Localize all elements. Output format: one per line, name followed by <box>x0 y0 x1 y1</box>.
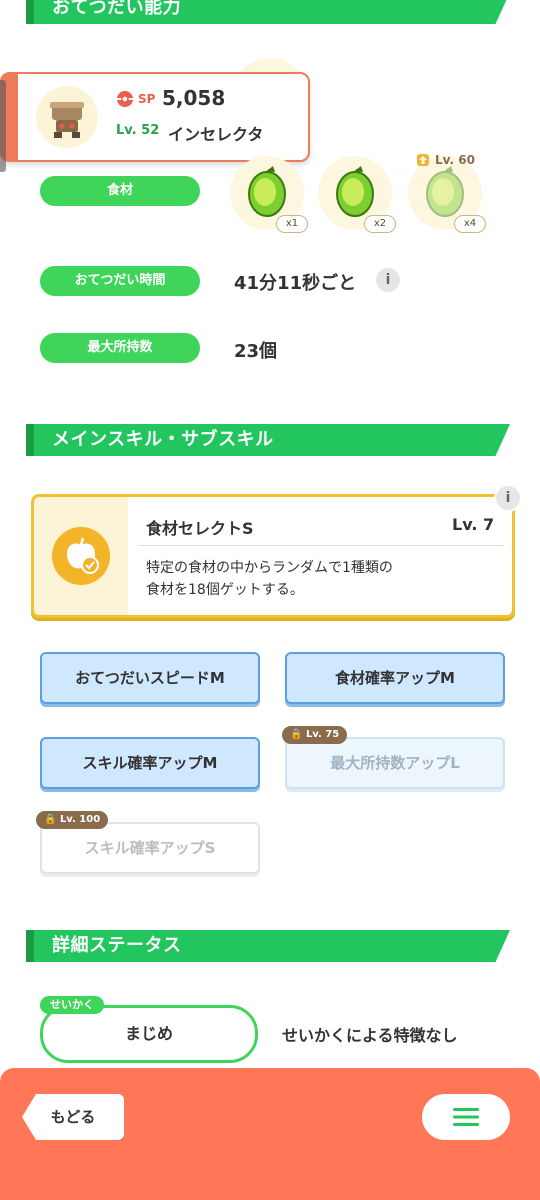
sp-ball-icon <box>117 91 133 107</box>
nature-effect: せいかくによる特徴なし <box>282 1026 458 1045</box>
main-skill-name: 食材セレクトS <box>146 519 254 538</box>
lime-icon <box>426 166 464 217</box>
subskill-lock-badge: 🔒 Lv. 100 <box>36 811 109 829</box>
hamburger-menu-icon <box>453 1108 479 1126</box>
main-skill-description-line1: 特定の食材の中からランダムで1種類の <box>146 560 393 576</box>
section-header-help-ability: おてつだい能力 <box>26 0 510 24</box>
section-header-details: 詳細ステータス <box>26 930 510 962</box>
section-header-stripe <box>26 424 34 456</box>
nature-tag: せいかく <box>40 996 104 1014</box>
ingredient-count: x1 <box>276 215 308 233</box>
menu-button[interactable] <box>422 1094 510 1140</box>
subskill-lock-badge: 🔒 Lv. 75 <box>282 726 348 744</box>
main-skill-card[interactable]: 食材セレクトS Lv. 7 特定の食材の中からランダムで1種類の 食材を18個ゲ… <box>31 494 515 618</box>
main-skill-info-icon[interactable]: i <box>494 484 522 512</box>
lock-icon: 🔒 <box>290 729 303 740</box>
subskill-button-5-locked[interactable]: スキル確率アップS <box>40 822 260 874</box>
ingredient-count: x4 <box>454 215 486 233</box>
pokemon-card[interactable]: SP 5,058 Lv. 52 インセレクタ <box>0 72 310 162</box>
subskill-button-3[interactable]: スキル確率アップM <box>40 737 260 789</box>
section-header-stripe <box>26 930 34 962</box>
sp-label: SP <box>138 92 156 106</box>
lime-icon <box>248 166 286 217</box>
help-time-pill: おてつだい時間 <box>40 266 200 296</box>
ingredient-slot-3-locked[interactable]: x4 <box>408 156 486 233</box>
pokemon-level: Lv. 52 <box>116 123 160 138</box>
ingredient-unlock-level: Lv. 60 <box>435 153 475 167</box>
pokemon-avatar <box>36 86 98 148</box>
lock-level: Lv. 100 <box>59 814 101 825</box>
section-header-stripe <box>26 0 34 24</box>
level-unlock-icon <box>417 154 429 166</box>
main-skill-level: Lv. 7 <box>452 515 495 534</box>
section-title: メインスキル・サブスキル <box>52 429 274 450</box>
scroll-edge-handle[interactable] <box>0 80 6 172</box>
max-inventory-value: 23個 <box>234 341 278 362</box>
pokemon-name: インセレクタ <box>168 125 264 144</box>
divider <box>138 545 504 546</box>
lock-icon: 🔒 <box>44 814 57 825</box>
apple-check-glyph <box>67 537 99 574</box>
section-header-skills: メインスキル・サブスキル <box>26 424 510 456</box>
ingredient-pill: 食材 <box>40 176 200 206</box>
pokemon-sprite-icon <box>50 102 84 138</box>
lime-icon <box>336 166 374 217</box>
back-button[interactable]: もどる <box>22 1094 124 1140</box>
section-title: 詳細ステータス <box>52 935 182 956</box>
main-skill-description-line2: 食材を18個ゲットする。 <box>146 582 304 598</box>
subskill-button-1[interactable]: おてつだいスピードM <box>40 652 260 704</box>
sp-value: 5,058 <box>162 86 226 110</box>
subskill-button-2[interactable]: 食材確率アップM <box>285 652 505 704</box>
info-icon[interactable]: i <box>376 268 400 292</box>
section-title: おてつだい能力 <box>52 0 182 18</box>
help-time-value: 41分11秒ごと <box>234 273 357 294</box>
lock-level: Lv. 75 <box>305 729 340 740</box>
apple-check-icon <box>52 527 110 585</box>
ingredient-slot-1[interactable]: x1 <box>230 156 308 233</box>
max-inventory-pill: 最大所持数 <box>40 333 200 363</box>
subskill-button-4-locked[interactable]: 最大所持数アップL <box>285 737 505 789</box>
ingredient-count: x2 <box>364 215 396 233</box>
ingredient-slot-2[interactable]: x2 <box>318 156 396 233</box>
